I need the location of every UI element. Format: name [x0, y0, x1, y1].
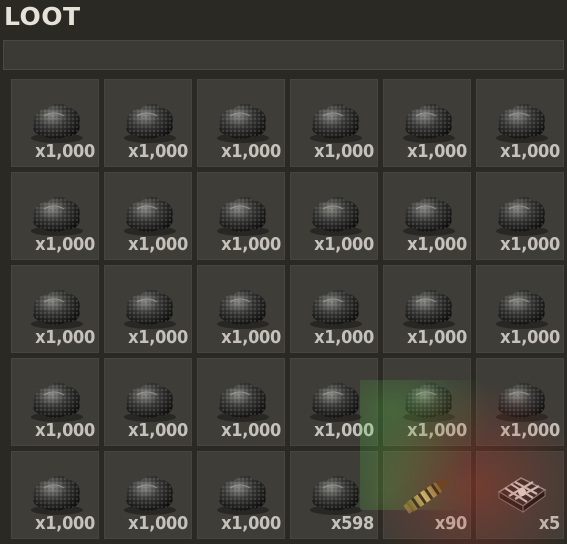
inventory-slot[interactable]: x1,000 — [11, 265, 99, 353]
coal-icon — [117, 466, 181, 518]
coal-icon — [117, 373, 181, 425]
coal-icon — [489, 94, 553, 146]
item-quantity: x1,000 — [500, 327, 560, 348]
item-quantity: x1,000 — [128, 513, 188, 534]
coal-icon — [489, 187, 553, 239]
inventory-slot[interactable]: x1,000 — [476, 79, 564, 167]
item-quantity: x1,000 — [128, 141, 188, 162]
panel-title: LOOT — [4, 2, 81, 31]
item-quantity: x1,000 — [407, 234, 467, 255]
coal-icon — [117, 94, 181, 146]
coal-icon — [24, 94, 88, 146]
item-quantity: x1,000 — [128, 420, 188, 441]
coal-icon — [24, 373, 88, 425]
inventory-slot[interactable]: x1,000 — [104, 79, 192, 167]
inventory-slot[interactable]: x5 — [476, 451, 564, 539]
coal-icon — [303, 187, 367, 239]
item-quantity: x1,000 — [407, 141, 467, 162]
item-quantity: x1,000 — [128, 234, 188, 255]
item-quantity: x1,000 — [128, 327, 188, 348]
item-quantity: x1,000 — [407, 327, 467, 348]
inventory-slot[interactable]: x1,000 — [383, 265, 471, 353]
coal-icon — [396, 280, 460, 332]
coal-icon — [24, 280, 88, 332]
coal-icon — [210, 466, 274, 518]
item-quantity: x1,000 — [221, 513, 281, 534]
inventory-slot[interactable]: x1,000 — [11, 79, 99, 167]
item-quantity: x1,000 — [35, 513, 95, 534]
inventory-slot[interactable]: x1,000 — [290, 172, 378, 260]
coal-icon — [117, 187, 181, 239]
coal-icon — [210, 187, 274, 239]
item-quantity: x1,000 — [314, 420, 374, 441]
rifle-ammo-icon — [396, 466, 460, 518]
inventory-slot[interactable]: x90 — [383, 451, 471, 539]
inventory-slot[interactable]: x1,000 — [383, 172, 471, 260]
inventory-slot[interactable]: x1,000 — [476, 172, 564, 260]
item-quantity: x1,000 — [314, 327, 374, 348]
inventory-slot[interactable]: x1,000 — [197, 451, 285, 539]
inventory-slot[interactable]: x1,000 — [197, 79, 285, 167]
item-quantity: x1,000 — [35, 327, 95, 348]
coal-icon — [489, 280, 553, 332]
coal-icon — [489, 373, 553, 425]
coal-icon — [24, 466, 88, 518]
coal-icon — [396, 373, 460, 425]
item-quantity: x1,000 — [35, 141, 95, 162]
inventory-slot[interactable]: x1,000 — [11, 358, 99, 446]
item-quantity: x1,000 — [221, 420, 281, 441]
item-quantity: x1,000 — [35, 420, 95, 441]
inventory-slot[interactable]: x1,000 — [383, 79, 471, 167]
inventory-slot[interactable]: x1,000 — [476, 358, 564, 446]
coal-icon — [303, 94, 367, 146]
coal-icon — [117, 280, 181, 332]
inventory-slot[interactable]: x1,000 — [104, 265, 192, 353]
coal-icon — [303, 280, 367, 332]
inventory-slot[interactable]: x1,000 — [104, 451, 192, 539]
item-quantity: x90 — [434, 513, 467, 534]
item-quantity: x1,000 — [407, 420, 467, 441]
coal-icon — [210, 373, 274, 425]
item-quantity: x1,000 — [221, 327, 281, 348]
item-quantity: x1,000 — [314, 234, 374, 255]
item-quantity: x1,000 — [221, 234, 281, 255]
explosive-pack-icon — [489, 466, 553, 518]
inventory-slot[interactable]: x598 — [290, 451, 378, 539]
inventory-slot[interactable]: x1,000 — [197, 358, 285, 446]
loot-grid: x1,000 x1,000 x1,000 x1,000 x1,000 x1,00 — [11, 79, 564, 539]
coal-icon — [24, 187, 88, 239]
inventory-slot[interactable]: x1,000 — [290, 79, 378, 167]
inventory-slot[interactable]: x1,000 — [104, 358, 192, 446]
item-quantity: x598 — [330, 513, 374, 534]
item-quantity: x1,000 — [500, 420, 560, 441]
inventory-slot[interactable]: x1,000 — [11, 451, 99, 539]
inventory-slot[interactable]: x1,000 — [197, 172, 285, 260]
inventory-slot[interactable]: x1,000 — [104, 172, 192, 260]
item-quantity: x1,000 — [221, 141, 281, 162]
coal-icon — [396, 187, 460, 239]
inventory-slot[interactable]: x1,000 — [197, 265, 285, 353]
item-quantity: x1,000 — [314, 141, 374, 162]
coal-icon — [303, 373, 367, 425]
search-input[interactable] — [3, 40, 564, 70]
inventory-slot[interactable]: x1,000 — [476, 265, 564, 353]
coal-icon — [210, 280, 274, 332]
item-quantity: x1,000 — [500, 141, 560, 162]
coal-icon — [210, 94, 274, 146]
item-quantity: x5 — [538, 513, 560, 534]
coal-icon — [303, 466, 367, 518]
inventory-slot[interactable]: x1,000 — [383, 358, 471, 446]
item-quantity: x1,000 — [500, 234, 560, 255]
item-quantity: x1,000 — [35, 234, 95, 255]
inventory-slot[interactable]: x1,000 — [11, 172, 99, 260]
inventory-slot[interactable]: x1,000 — [290, 358, 378, 446]
coal-icon — [396, 94, 460, 146]
inventory-slot[interactable]: x1,000 — [290, 265, 378, 353]
